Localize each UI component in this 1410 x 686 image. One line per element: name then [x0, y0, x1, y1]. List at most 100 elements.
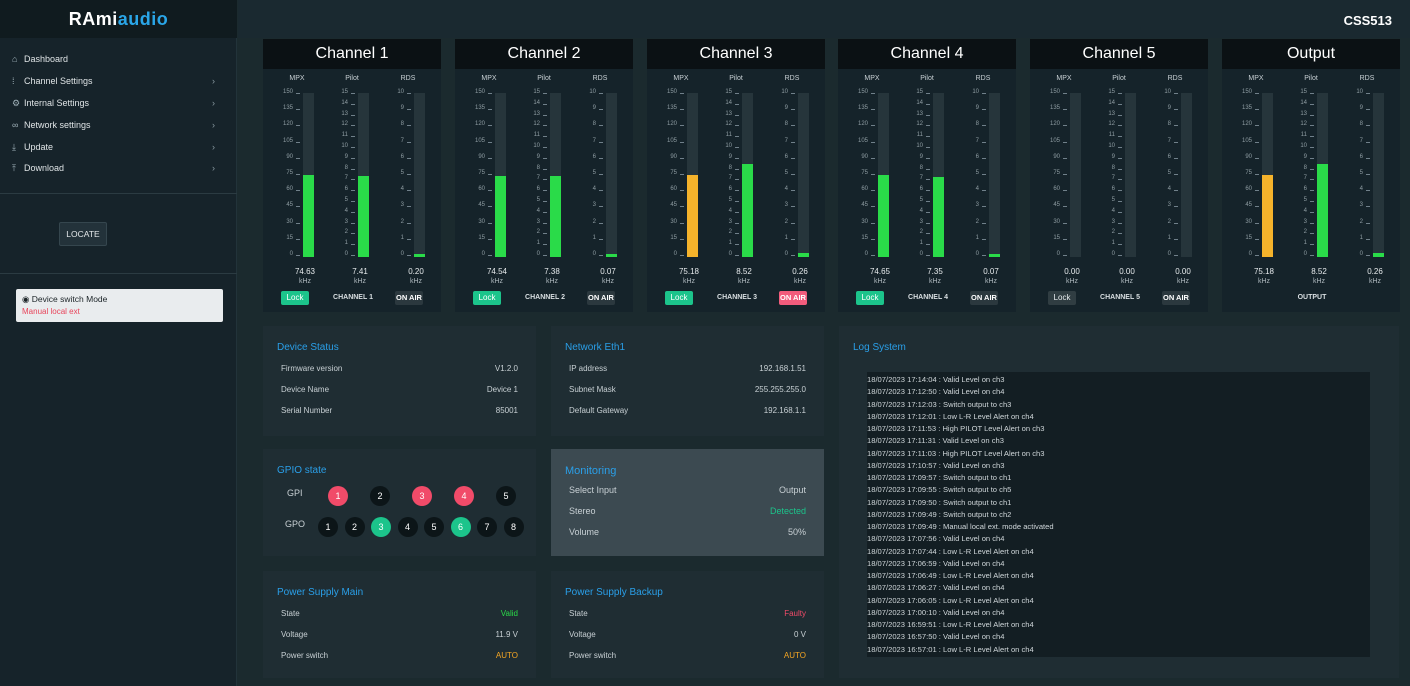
rds-unit: kHz — [601, 278, 615, 285]
tick-mark — [982, 190, 986, 192]
tick-mark — [1255, 255, 1259, 256]
rds-label: RDS — [1167, 75, 1183, 82]
sidebar-item-channel-settings[interactable]: ⁞ Channel Settings › — [0, 70, 237, 92]
tick-label: 4 — [919, 207, 923, 214]
tick-label: 6 — [919, 186, 923, 193]
tick-label: 15 — [670, 234, 677, 241]
gpo-indicator[interactable]: 2 — [344, 517, 365, 537]
log-entry: 18/07/2023 17:07:56 : Valid Level on ch4 — [867, 534, 1005, 544]
sidebar-item-network-settings[interactable]: ∞ Network settings › — [0, 114, 237, 136]
panel-title: Monitoring — [565, 465, 617, 477]
row-value: 11.9 V — [495, 630, 518, 639]
tick-mark — [543, 190, 547, 192]
tick-label: 6 — [1359, 153, 1363, 160]
network-panel: Network Eth1 IP address 192.168.1.51 Subn… — [551, 326, 824, 436]
pilot-level-track — [1317, 93, 1328, 257]
tick-mark — [488, 190, 492, 192]
lock-button[interactable]: Lock — [665, 291, 693, 305]
log-list[interactable]: 18/07/2023 17:14:04 : Valid Level on ch3… — [867, 372, 1370, 657]
sidebar-item-download[interactable]: ⤒ Download › — [0, 157, 237, 179]
on-air-button[interactable]: ON AIR — [587, 291, 615, 305]
tick-label: 7 — [784, 137, 788, 144]
tick-mark — [735, 93, 739, 94]
tick-mark — [1310, 114, 1314, 116]
tick-mark — [1255, 174, 1259, 175]
tick-label: 10 — [781, 89, 788, 95]
tick-mark — [1174, 174, 1178, 175]
sidebar-item-update[interactable]: ⤓ Update › — [0, 136, 237, 158]
tick-label: 8 — [975, 121, 979, 128]
tick-mark — [1366, 109, 1370, 111]
sidebar-item-dashboard[interactable]: ⌂ Dashboard — [0, 48, 237, 70]
gpo-indicator[interactable]: 6 — [450, 517, 471, 537]
tick-mark — [735, 147, 739, 148]
on-air-button[interactable]: ON AIR — [395, 291, 423, 305]
tick-label: 14 — [533, 99, 540, 106]
tick-label: 8 — [919, 164, 923, 171]
tick-label: 2 — [400, 218, 404, 225]
lock-button[interactable]: Lock — [281, 291, 309, 305]
pilot-level-track — [742, 93, 753, 257]
row-value: V1.2.0 — [494, 364, 518, 373]
tick-label: 150 — [474, 89, 485, 95]
tick-label: 15 — [478, 234, 485, 241]
tick-label: 0 — [1359, 251, 1363, 257]
tick-label: 8 — [344, 164, 348, 171]
lock-button[interactable]: Lock — [856, 291, 884, 305]
gpo-indicator[interactable]: 1 — [318, 517, 338, 537]
tick-label: 14 — [1300, 99, 1307, 106]
tick-mark — [982, 255, 986, 256]
tick-mark — [543, 168, 547, 170]
gpi-indicator[interactable]: 4 — [454, 486, 474, 506]
tick-label: 10 — [1300, 143, 1307, 149]
logo-main: RAmi — [68, 9, 118, 29]
gpi-indicator[interactable]: 1 — [328, 486, 348, 506]
tick-label: 12 — [341, 121, 348, 128]
row-label: State — [569, 609, 588, 618]
gpi-indicator[interactable]: 2 — [370, 486, 390, 506]
channel-card: Channel 1 MPX 150 135 120 105 90 75 60 45 30 15 0 74.… — [263, 39, 441, 312]
tick-mark — [735, 114, 739, 116]
tick-label: 0 — [975, 251, 979, 257]
tick-label: 9 — [1111, 153, 1115, 160]
tick-label: 13 — [916, 110, 923, 117]
volume-row[interactable]: Volume 50% — [569, 527, 806, 541]
mpx-label: MPX — [864, 75, 880, 82]
gpi-indicator[interactable]: 3 — [412, 486, 432, 506]
log-entry: 18/07/2023 16:57:01 : Low L-R Level Aler… — [867, 644, 1034, 654]
tick-label: 45 — [1053, 202, 1060, 209]
row-value: 50% — [787, 527, 806, 537]
tick-mark — [1255, 109, 1259, 111]
device-model: CSS513 — [1343, 13, 1392, 28]
tick-mark — [1174, 157, 1178, 159]
chevron-right-icon: › — [212, 120, 215, 130]
gpi-indicator[interactable]: 5 — [496, 486, 516, 506]
log-entry: 18/07/2023 17:11:53 : High PILOT Level A… — [867, 424, 1045, 433]
on-air-button[interactable]: ON AIR — [970, 291, 998, 305]
tick-label: 5 — [536, 197, 540, 203]
gpo-indicator[interactable]: 8 — [503, 517, 524, 537]
channel-name: OUTPUT — [1297, 294, 1327, 301]
on-air-button[interactable]: ON AIR — [779, 291, 807, 305]
tick-label: 5 — [919, 197, 923, 203]
gpo-indicator[interactable]: 7 — [477, 517, 497, 537]
lock-button[interactable]: Lock — [1048, 291, 1076, 305]
device-switch-mode[interactable]: ◉ Device switch Mode Manual local ext — [16, 289, 223, 322]
gpo-indicator[interactable]: 5 — [424, 517, 444, 537]
locate-button[interactable]: LOCATE — [59, 222, 107, 246]
tick-mark — [926, 233, 930, 235]
lock-button[interactable]: Lock — [473, 291, 501, 305]
tick-mark — [351, 103, 355, 105]
gpo-indicator[interactable]: 3 — [371, 517, 391, 537]
on-air-button[interactable]: ON AIR — [1162, 291, 1190, 305]
tick-mark — [926, 168, 930, 170]
tick-label: 120 — [1049, 121, 1060, 128]
tick-label: 60 — [1245, 186, 1252, 193]
app-logo[interactable]: RAmiaudio — [0, 0, 237, 38]
select-input-row[interactable]: Select Input Output — [569, 485, 806, 499]
tick-label: 4 — [975, 186, 979, 193]
sidebar-item-internal-settings[interactable]: ⚙ Internal Settings › — [0, 92, 237, 114]
tick-label: 9 — [975, 105, 979, 112]
mpx-level-track — [495, 93, 506, 257]
gpo-indicator[interactable]: 4 — [397, 517, 418, 537]
